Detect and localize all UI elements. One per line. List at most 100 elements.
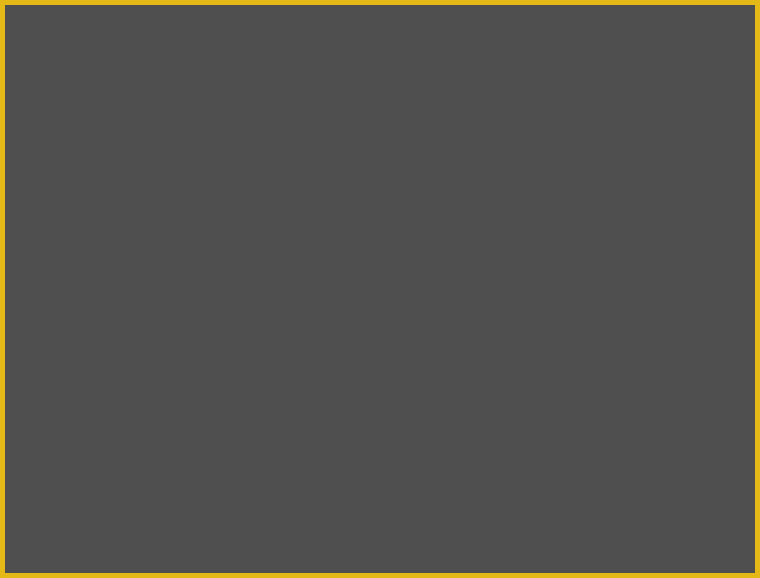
calendar-day-cell[interactable]: 28	[460, 451, 497, 477]
calendar-tip: Tip: How to replace this calendar	[460, 402, 702, 413]
horizontal-nav-bar[interactable]	[59, 101, 699, 122]
calendar-day-cell[interactable]: 23	[529, 526, 565, 552]
calendar-day-cell[interactable]: 8	[495, 476, 531, 502]
sidebar-item-sitemap[interactable]: Sitemap	[59, 246, 206, 263]
table-row[interactable]: Kids Clean their rooms	[222, 485, 452, 506]
activity-action-text: edited by Sample User	[65, 385, 157, 395]
cell-complete	[392, 454, 452, 486]
calendar-day-cell[interactable]: 16	[529, 501, 565, 527]
calendar-day-cell[interactable]: 17 St. Pa	[563, 501, 599, 527]
sidebar-item-my-project-list[interactable]: My Project List	[59, 144, 206, 161]
calendar-day-number: Mar 1	[503, 453, 527, 463]
table-row[interactable]: Dad Fix Bathroom Sink	[222, 435, 452, 455]
calendar-day-cell[interactable]: 7	[460, 476, 497, 502]
calendar-day-cell[interactable]: 18	[597, 501, 633, 527]
activity-page-link[interactable]: Calendar	[65, 400, 200, 410]
calendar-day-cell[interactable]: 4	[597, 451, 633, 477]
sidebar-item-rolodex[interactable]: Rolodex	[59, 161, 206, 178]
recent-activity-header: Recent site activity	[59, 353, 206, 371]
chevron-down-icon[interactable]	[619, 425, 628, 431]
calendar-print-link[interactable]: Print	[647, 423, 668, 434]
my-project-list-link[interactable]: My Project List	[336, 511, 395, 521]
column-header-complete[interactable]: Complete	[392, 420, 452, 435]
calendar-event[interactable]: Daylig	[463, 516, 495, 525]
fence-shape	[225, 326, 279, 329]
calendar-day-cell[interactable]: 25	[597, 526, 633, 552]
countdown-widget: 221 days until Family Vacation	[59, 281, 206, 343]
calendar-day-number: 26	[652, 528, 663, 538]
activity-page-link[interactable]: Home	[65, 375, 200, 385]
activity-page-link[interactable]: Important Documents	[65, 475, 200, 485]
cell-description: Fix Bathroom Sink	[293, 435, 393, 455]
banner-text-line-1: To change this image, go to More Actions…	[200, 47, 634, 62]
activity-page-link[interactable]: Home	[65, 450, 200, 460]
calendar-day-cell[interactable]: 12	[631, 476, 667, 502]
calendar-day-cell[interactable]: 15	[495, 501, 531, 527]
sidebar-item-home[interactable]: Home	[59, 127, 206, 144]
weekday-fri: Fri	[631, 438, 667, 452]
sidebar-item-insurance-photo-gallery[interactable]: Insurance Photo Gallery	[59, 195, 206, 212]
calendar-day-cell[interactable]: 14 Daylig	[460, 501, 497, 527]
calendar-body: 28 Mar 1 2 3 4 5 6 7 8 9 10 11 12 13 14 Daylig 15 16 17 St.…	[460, 451, 702, 552]
calendar-week-row: 21 22 23 24 25 26 27	[460, 526, 702, 552]
project-list-footer: Showing 3 items from page My Project Lis…	[222, 506, 452, 538]
fence-shape	[449, 324, 579, 327]
calendar-day-cell[interactable]: Mar 1	[495, 451, 531, 477]
activity-action-text: edited by Sample User	[65, 485, 157, 495]
sidebar-item-important-documents[interactable]: Important Documents	[59, 178, 206, 195]
calendar-day-cell[interactable]: 9	[529, 476, 565, 502]
calendar-day-cell[interactable]: 3	[563, 451, 599, 477]
calendar-day-number: 6	[691, 453, 697, 463]
calendar-day-cell[interactable]: 26	[631, 526, 667, 552]
column-header-description[interactable]: Description	[293, 420, 394, 435]
calendar-day-number: 23	[550, 528, 561, 538]
view-all-link[interactable]: View All	[59, 502, 103, 521]
calendar-prev-icon[interactable]	[503, 420, 523, 436]
calendar-week-link[interactable]: Wee	[677, 423, 697, 434]
project-list-widget: Project List Owner Description Complete Da…	[222, 402, 452, 556]
calendar-day-cell[interactable]: 20	[665, 501, 702, 527]
calendar-day-number: 28	[482, 453, 493, 463]
site-header: Home Projects Search this site	[55, 0, 703, 34]
calendar-day-cell[interactable]: 2	[529, 451, 565, 477]
search-input[interactable]	[477, 4, 610, 23]
calendar-day-cell[interactable]: 24	[563, 526, 599, 552]
calendar-day-cell[interactable]: 11	[597, 476, 633, 502]
calendar-day-number: 27	[686, 528, 697, 538]
calendar-day-cell[interactable]: 21	[460, 526, 497, 552]
calendar-day-cell[interactable]: 13	[665, 476, 702, 502]
calendar-tip-link[interactable]: How to replace this calendar	[481, 402, 607, 413]
calendar-event[interactable]: St. Pa	[565, 516, 597, 525]
sidebar-item-personal-page[interactable]: Personal Page	[59, 229, 206, 246]
table-row[interactable]: Mom Clean out the garage	[222, 454, 452, 486]
hero-image	[222, 157, 702, 382]
calendar-day-cell[interactable]: 10	[563, 476, 599, 502]
content-page-title: Home	[224, 129, 272, 148]
calendar-day-cell[interactable]: 27	[665, 526, 702, 552]
site-logo[interactable]: MY OWN PROJECT CENTER	[59, 36, 135, 98]
calendar-day-cell[interactable]: 22	[495, 526, 531, 552]
cell-owner: Dad	[222, 435, 294, 455]
calendar-day-cell[interactable]: 19	[631, 501, 667, 527]
calendar-next-icon[interactable]	[525, 420, 545, 436]
cloud-shape	[267, 194, 363, 228]
calendar-day-number: 25	[618, 528, 629, 538]
printer-icon[interactable]: 🖨	[630, 422, 644, 435]
weekday-sat: Sat	[665, 438, 702, 452]
calendar-day-cell[interactable]: 5	[631, 451, 667, 477]
weekday-sun: Sun	[460, 438, 497, 452]
countdown-number: 221	[100, 279, 166, 323]
activity-page-link[interactable]: Personal Page	[65, 425, 200, 435]
calendar-day-number: 2	[555, 453, 561, 463]
activity-action-text: edited by Sample User	[65, 460, 157, 470]
column-header-owner[interactable]: Owner	[222, 420, 294, 435]
calendar-today-button[interactable]: Today	[464, 421, 501, 435]
calendar-day-cell[interactable]: 6	[665, 451, 702, 477]
search-button[interactable]: Search this site	[612, 4, 695, 23]
fence-shape	[225, 336, 279, 339]
calendar-day-number: 4	[623, 453, 629, 463]
view-more-link[interactable]: View more »	[263, 523, 313, 533]
weekday-thu: Thu	[597, 438, 633, 452]
calendar-day-number: 16	[550, 503, 561, 513]
sidebar-item-calendar[interactable]: Calendar	[59, 212, 206, 229]
